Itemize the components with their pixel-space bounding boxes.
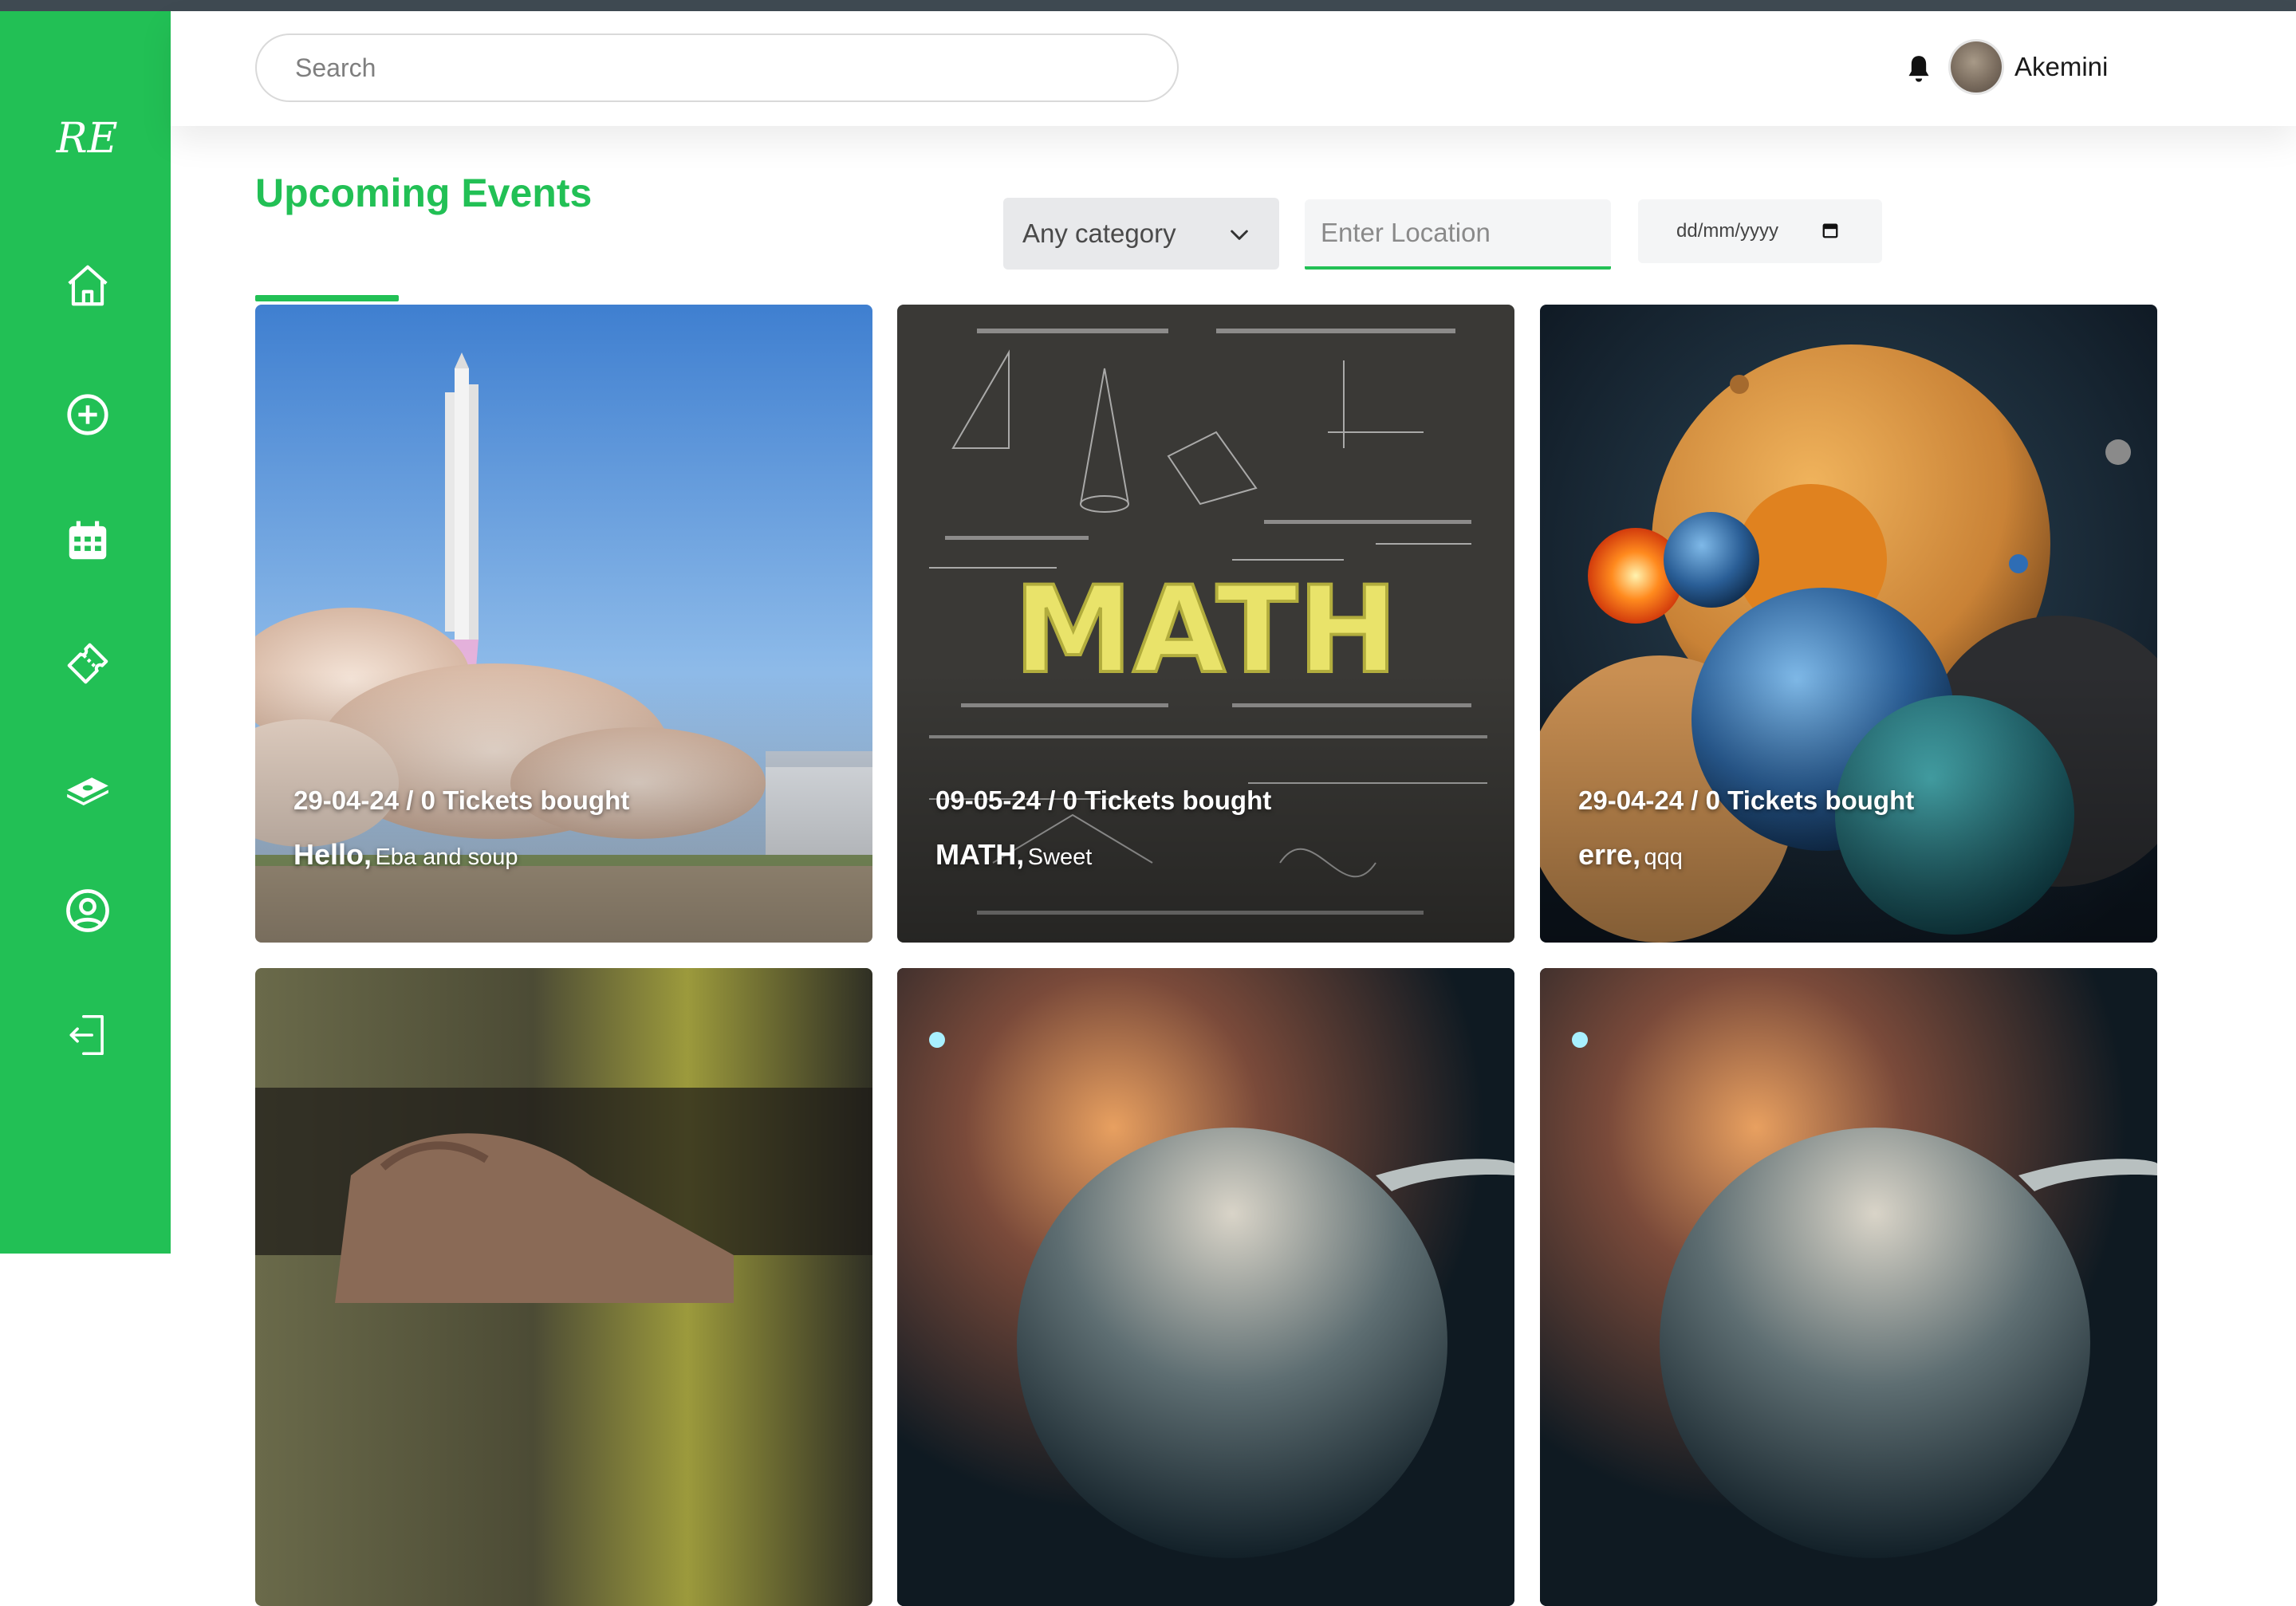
search-input[interactable] (255, 33, 1179, 102)
location-input[interactable] (1305, 199, 1611, 270)
bell-icon[interactable] (1903, 51, 1935, 86)
app-logo[interactable]: RE (51, 107, 123, 171)
event-name: MATH, (935, 838, 1025, 871)
calendar-icon (69, 521, 107, 560)
logout-icon (69, 1014, 104, 1056)
event-title-line: erre, qqq (1578, 836, 1683, 880)
home-icon (68, 265, 108, 306)
calendar-picker-icon[interactable] (1821, 222, 1839, 239)
event-meta: 29-04-24 / 0 Tickets bought (1578, 785, 1915, 815)
event-description: Eba and soup (375, 844, 518, 870)
event-image-space-planet (897, 968, 1514, 1606)
event-image-hand (255, 968, 872, 1606)
event-title-line: Hello, Eba and soup (293, 836, 518, 880)
event-meta: 29-04-24 / 0 Tickets bought (293, 785, 630, 815)
event-description: Sweet (1027, 844, 1093, 870)
user-circle-icon (66, 889, 109, 932)
sidebar: RE (0, 11, 171, 1254)
category-select-value: Any category (1022, 218, 1176, 248)
event-tickets: 0 Tickets bought (1062, 785, 1272, 815)
sidebar-item-home[interactable] (57, 255, 118, 316)
event-name: Hello, (293, 838, 372, 871)
event-name: erre, (1578, 838, 1641, 871)
money-icon (67, 777, 108, 805)
username-label[interactable]: Akemini (2014, 49, 2108, 85)
sidebar-item-payments[interactable] (57, 758, 118, 818)
event-card[interactable]: MATH 09-05-24 / 0 Tickets bought MATH, S… (897, 305, 1514, 943)
event-card[interactable] (897, 968, 1514, 1606)
event-date: 09-05-24 (935, 785, 1042, 815)
date-input[interactable]: dd/mm/yyyy (1638, 199, 1882, 263)
sidebar-item-logout[interactable] (57, 1005, 118, 1065)
event-card[interactable]: 29-04-24 / 0 Tickets bought Hello, Eba a… (255, 305, 872, 943)
event-date: 29-04-24 (1578, 785, 1684, 815)
page-title: Upcoming Events (255, 171, 593, 215)
add-circle-icon (67, 394, 108, 435)
event-date: 29-04-24 (293, 785, 400, 815)
title-underline (255, 295, 399, 301)
date-placeholder: dd/mm/yyyy (1676, 220, 1779, 242)
category-select[interactable]: Any category (1003, 198, 1279, 270)
event-tickets: 0 Tickets bought (420, 785, 630, 815)
window-top-strip (0, 0, 2296, 11)
event-title-line: MATH, Sweet (935, 836, 1092, 880)
event-image-space-planet (1540, 968, 2157, 1606)
event-card[interactable]: 29-04-24 / 0 Tickets bought erre, qqq (1540, 305, 2157, 943)
avatar[interactable] (1951, 41, 2002, 93)
ticket-icon (67, 643, 108, 684)
sidebar-item-tickets[interactable] (57, 633, 118, 694)
event-description: qqq (1644, 844, 1683, 870)
event-tickets: 0 Tickets bought (1705, 785, 1915, 815)
event-card[interactable] (1540, 968, 2157, 1606)
sidebar-item-profile[interactable] (57, 880, 118, 941)
event-card[interactable] (255, 968, 872, 1606)
sidebar-item-create-event[interactable] (57, 384, 118, 445)
event-meta: 09-05-24 / 0 Tickets bought (935, 785, 1272, 815)
sidebar-item-calendar[interactable] (57, 510, 118, 571)
chevron-down-icon (1231, 230, 1248, 240)
